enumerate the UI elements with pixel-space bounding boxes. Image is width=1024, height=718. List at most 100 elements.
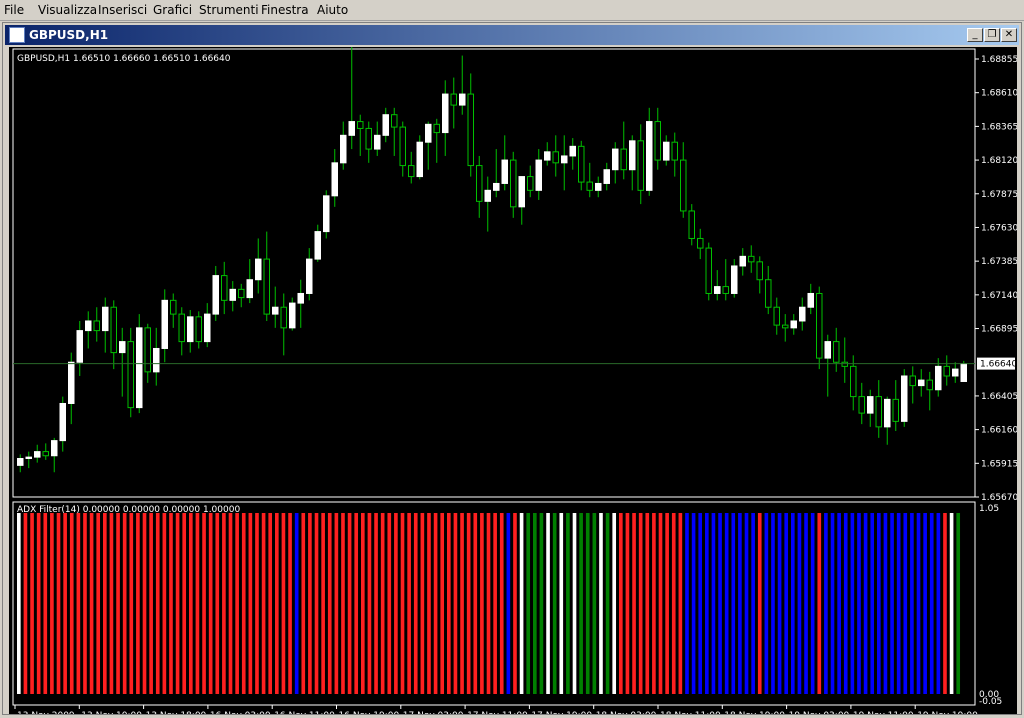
indicator-bar [559, 513, 564, 694]
chart-window-titlebar[interactable]: GBPUSD,H1 _ ❐ ✕ [5, 25, 1019, 45]
indicator-bar [943, 513, 947, 694]
time-tick-label: 19 Nov 19:00 [917, 711, 978, 714]
menu-strumenti[interactable]: Strumenti [199, 3, 259, 17]
time-tick-label: 19 Nov 03:00 [789, 711, 850, 714]
candle-body [399, 126, 406, 167]
menu-grafici[interactable]: Grafici [153, 3, 192, 17]
menu-finestra[interactable]: Finestra [261, 3, 309, 17]
price-tick-label: 1.65915 [981, 459, 1017, 469]
indicator-bar [394, 513, 398, 694]
indicator-bar [56, 513, 61, 694]
candle-body [637, 140, 644, 191]
candle-body [875, 396, 882, 428]
indicator-bar [149, 513, 153, 694]
menu-bar: File Visualizza Inserisci Grafici Strumenti F… [0, 0, 1024, 21]
candle-body [119, 341, 126, 354]
indicator-bar [771, 513, 775, 694]
price-panel-frame [12, 48, 976, 498]
indicator-bar [698, 513, 703, 694]
candle-body [425, 123, 432, 143]
indicator-bar [427, 513, 431, 694]
candle-body [816, 292, 823, 359]
candle-body [790, 320, 797, 329]
close-button[interactable]: ✕ [1001, 28, 1017, 42]
candle-body [433, 123, 440, 134]
price-tick-label: 1.67140 [981, 291, 1017, 301]
price-tick-label: 1.68365 [981, 122, 1017, 132]
indicator-bar [539, 513, 544, 694]
indicator-bar [460, 513, 464, 694]
chart-window-icon [9, 27, 25, 43]
indicator-bar [877, 513, 881, 694]
candle-body [442, 93, 449, 134]
candle-body [841, 361, 848, 367]
indicator-tick-label: 1.05 [979, 504, 999, 514]
candle-body [374, 134, 381, 150]
candle-body [357, 121, 364, 129]
indicator-bar [625, 513, 630, 694]
chart-svg[interactable]: 1.68855 1.68610 1.68365 1.68120 1.67875 1.676… [9, 45, 1018, 718]
indicator-bar [744, 513, 749, 694]
indicator-bar [499, 513, 504, 694]
candle-body [382, 114, 389, 136]
indicator-bar [83, 513, 87, 694]
candle-body [918, 379, 925, 387]
candle-body [952, 368, 959, 377]
indicator-bar [314, 513, 319, 694]
indicator-bar [215, 513, 220, 694]
menu-aiuto[interactable]: Aiuto [317, 3, 348, 17]
indicator-bar [936, 513, 941, 694]
indicator-bar [804, 513, 808, 694]
indicator-bar [374, 513, 378, 694]
indicator-bar [195, 513, 200, 694]
candle-body [697, 237, 704, 249]
indicator-bar [579, 513, 583, 694]
indicator-bar [480, 513, 484, 694]
indicator-bar [619, 513, 623, 694]
indicator-bar [678, 513, 683, 694]
indicator-bar [572, 513, 577, 694]
restore-button[interactable]: ❐ [984, 28, 1000, 42]
candle-body [612, 148, 619, 171]
indicator-bar [354, 513, 359, 694]
indicator-bar [751, 513, 755, 694]
candle-body [867, 396, 874, 414]
candle-body [306, 258, 313, 294]
candle-body [926, 379, 933, 391]
candle-body [17, 457, 24, 466]
indicator-bar [652, 513, 656, 694]
minimize-button[interactable]: _ [967, 28, 983, 42]
candle-body [297, 292, 304, 304]
indicator-bar [122, 513, 127, 694]
menu-visualizza[interactable]: Visualizza [38, 3, 97, 17]
candle-body [484, 189, 491, 202]
time-tick-label: 13 Nov 2009 [17, 711, 75, 714]
indicator-bar [810, 513, 815, 694]
indicator-bar [76, 513, 81, 694]
indicator-bar [857, 513, 861, 694]
indicator-bar [175, 513, 180, 694]
indicator-bar [466, 513, 471, 694]
indicator-bar [916, 513, 921, 694]
price-tick-label: 1.67385 [981, 257, 1017, 267]
indicator-bar [605, 513, 610, 694]
indicator-bar [182, 513, 187, 694]
indicator-bar [288, 513, 292, 694]
price-tick-label: 1.68120 [981, 156, 1017, 166]
menu-inserisci[interactable]: Inserisci [98, 3, 147, 17]
candle-body [25, 456, 32, 459]
indicator-bar [599, 513, 603, 694]
time-tick-label: 13 Nov 10:00 [81, 711, 142, 714]
indicator-bar [89, 513, 94, 694]
candle-body [153, 347, 160, 373]
indicator-bar [903, 513, 908, 694]
indicator-bar [824, 513, 828, 694]
candle-body [365, 127, 372, 150]
indicator-bar [665, 513, 669, 694]
price-tick-label: 1.68855 [981, 55, 1017, 65]
menu-file[interactable]: File [4, 3, 24, 17]
candle-body [246, 279, 253, 299]
candle-body [748, 255, 755, 263]
candle-body [569, 145, 576, 157]
chart-area[interactable]: 1.68855 1.68610 1.68365 1.68120 1.67875 1.676… [9, 45, 1018, 718]
